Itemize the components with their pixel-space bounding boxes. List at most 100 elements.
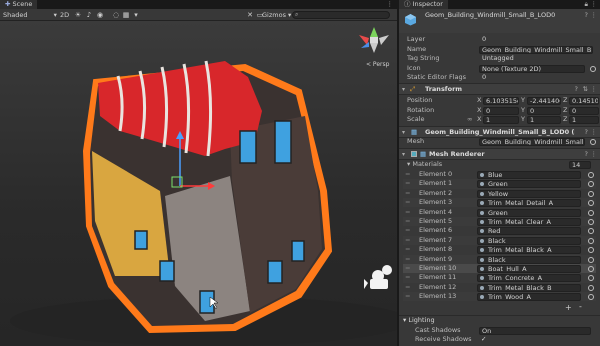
object-picker-icon[interactable] xyxy=(588,190,594,197)
object-picker-icon[interactable] xyxy=(588,284,594,291)
object-picker-icon[interactable] xyxy=(588,294,594,301)
fx-toggle-icon[interactable]: ◉ xyxy=(96,11,104,19)
material-element-row[interactable]: = Element 5 Trim_Metal_Clear_A xyxy=(403,217,596,227)
drag-handle-icon[interactable]: = xyxy=(405,170,410,179)
lighting-foldout[interactable]: ▾ Lighting xyxy=(399,316,600,326)
tab-menu-icon[interactable]: ⋮ xyxy=(387,0,394,9)
material-element-row[interactable]: = Element 13 Trim_Wood_A xyxy=(403,292,596,302)
material-element-row[interactable]: = Element 11 Trim_Concrete_A xyxy=(403,273,596,283)
material-field[interactable]: Green xyxy=(477,208,581,217)
cast-shadows-dropdown[interactable]: On xyxy=(479,326,591,335)
windmill-building-model[interactable] xyxy=(0,21,397,346)
help-icon[interactable]: ? xyxy=(575,84,578,95)
transform-header[interactable]: ▾ ⤢ Transform ? ⇅ ⋮ xyxy=(399,83,600,95)
position-y-field[interactable]: -2.44140€ xyxy=(527,97,561,105)
remove-material-button[interactable]: - xyxy=(579,302,582,311)
rotation-z-field[interactable]: 0 xyxy=(569,106,599,115)
material-element-row[interactable]: = Element 12 Trim_Metal_Black_B xyxy=(403,283,596,292)
drag-handle-icon[interactable]: = xyxy=(405,208,410,217)
drag-handle-icon[interactable]: = xyxy=(405,255,410,264)
scale-x-field[interactable]: 1 xyxy=(483,116,519,125)
drag-handle-icon[interactable]: = xyxy=(405,245,410,254)
receive-shadows-checkbox[interactable]: ✓ xyxy=(481,335,486,345)
materials-count-field[interactable]: 14 xyxy=(569,161,591,169)
name-field[interactable]: Geom_Building_Windmill_Small_B_LOD0 xyxy=(479,45,593,54)
scale-z-field[interactable]: 1 xyxy=(569,116,599,125)
hidden-objects-icon[interactable]: ◌ xyxy=(112,11,120,19)
menu-icon[interactable]: ⋮ xyxy=(591,0,598,9)
link-icon[interactable]: ∞ xyxy=(467,115,472,125)
shading-mode-dropdown[interactable]: Shaded ▾ xyxy=(3,10,57,20)
help-icon[interactable]: ? xyxy=(585,11,588,19)
object-picker-icon[interactable] xyxy=(588,219,594,225)
material-element-row[interactable]: = Element 3 Trim_Metal_Detail_A xyxy=(403,198,596,208)
drag-handle-icon[interactable]: = xyxy=(405,198,410,207)
object-picker-icon[interactable] xyxy=(588,209,594,216)
drag-handle-icon[interactable]: = xyxy=(405,179,410,188)
drag-handle-icon[interactable]: = xyxy=(405,264,410,273)
scene-search-input[interactable]: ⌕ xyxy=(292,11,390,19)
material-field[interactable]: Yellow xyxy=(477,189,581,198)
icon-field[interactable]: None (Texture 2D) xyxy=(479,64,585,73)
mesh-field[interactable]: Geom_Building_Windmill_Small_B_LOD0 xyxy=(479,138,585,146)
lighting-toggle-icon[interactable]: ☀ xyxy=(74,11,82,19)
object-picker-icon[interactable] xyxy=(588,172,594,178)
2d-toggle[interactable]: 2D xyxy=(60,10,69,20)
material-element-row[interactable]: = Element 6 Red xyxy=(403,226,596,236)
object-picker-icon[interactable] xyxy=(588,228,594,235)
position-z-field[interactable]: 0.1451015 xyxy=(569,97,599,105)
enabled-checkbox[interactable] xyxy=(411,151,417,157)
scene-viewport[interactable]: < Persp xyxy=(0,21,397,346)
material-element-row[interactable]: = Element 1 Green xyxy=(403,179,596,189)
drag-handle-icon[interactable]: = xyxy=(405,236,410,245)
material-field[interactable]: Green xyxy=(477,180,581,189)
audio-toggle-icon[interactable]: ♪ xyxy=(85,11,93,19)
material-field[interactable]: Black xyxy=(477,236,581,245)
material-field[interactable]: Trim_Wood_A xyxy=(477,293,581,302)
object-picker-icon[interactable] xyxy=(588,275,594,282)
drag-handle-icon[interactable]: = xyxy=(405,273,410,282)
object-picker-icon[interactable] xyxy=(588,237,594,244)
grid-toggle-icon[interactable]: ▦ xyxy=(122,11,130,19)
material-element-row[interactable]: = Element 4 Green xyxy=(403,208,596,217)
chevron-down-icon[interactable]: ▾ xyxy=(132,11,140,19)
object-picker-icon[interactable] xyxy=(588,256,594,263)
tag-value[interactable]: Untagged xyxy=(482,54,514,64)
object-picker-icon[interactable] xyxy=(590,139,596,145)
rotation-x-field[interactable]: 0 xyxy=(483,106,519,115)
mesh-renderer-header[interactable]: ▾ ▦ Mesh Renderer ? ⋮ xyxy=(399,148,600,160)
material-field[interactable]: Black xyxy=(477,255,581,264)
material-element-row[interactable]: = Element 9 Black xyxy=(403,254,596,264)
scale-y-field[interactable]: 1 xyxy=(527,116,561,125)
material-field[interactable]: Trim_Concrete_A xyxy=(477,274,581,283)
persp-label[interactable]: < Persp xyxy=(366,61,389,68)
material-field[interactable]: Blue xyxy=(477,171,581,179)
material-field[interactable]: Red xyxy=(477,227,581,236)
add-material-button[interactable]: + xyxy=(565,303,572,312)
gizmos-dropdown[interactable]: Gizmos ▾ xyxy=(262,10,291,20)
material-field[interactable]: Trim_Metal_Clear_A xyxy=(477,218,581,226)
preset-icon[interactable]: ⇅ xyxy=(583,84,588,95)
position-x-field[interactable]: 6.103515e xyxy=(483,97,519,105)
object-picker-icon[interactable] xyxy=(588,200,594,207)
material-element-row[interactable]: = Element 8 Trim_Metal_Black_A xyxy=(403,245,596,255)
object-picker-icon[interactable] xyxy=(588,266,594,272)
material-field[interactable]: Trim_Metal_Detail_A xyxy=(477,199,581,208)
drag-handle-icon[interactable]: = xyxy=(405,283,410,292)
settings-icon[interactable]: ⋮ xyxy=(591,11,598,19)
lock-icon[interactable]: 🔒︎ xyxy=(585,0,588,9)
static-flags-value[interactable]: 0 xyxy=(482,73,486,83)
tab-scene[interactable]: ✚ Scene xyxy=(0,0,38,9)
drag-handle-icon[interactable]: = xyxy=(405,292,410,301)
tools-icon[interactable]: ✕ xyxy=(246,11,254,19)
material-element-row[interactable]: = Element 7 Black xyxy=(403,235,596,246)
material-element-row[interactable]: = Element 10 Boat_Hull_A xyxy=(403,264,596,274)
drag-handle-icon[interactable]: = xyxy=(405,226,410,235)
object-picker-icon[interactable] xyxy=(588,247,594,254)
material-element-row[interactable]: = Element 2 Yellow xyxy=(403,189,596,198)
tab-inspector[interactable]: ⓘ Inspector xyxy=(399,0,448,9)
object-picker-icon[interactable] xyxy=(590,65,596,72)
context-menu-icon[interactable]: ⋮ xyxy=(591,149,598,160)
rotation-y-field[interactable]: 0 xyxy=(527,106,561,115)
material-field[interactable]: Trim_Metal_Black_B xyxy=(477,283,581,292)
